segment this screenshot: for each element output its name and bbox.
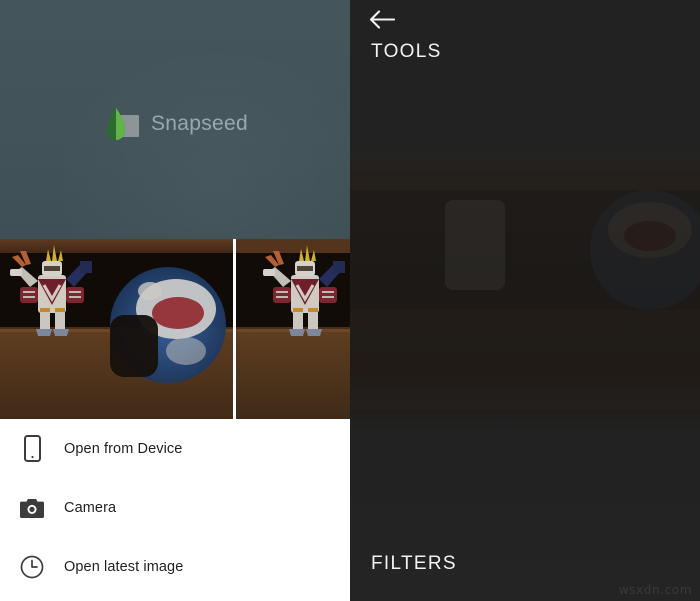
- phone-icon: [18, 434, 46, 464]
- clock-icon: [18, 552, 46, 582]
- source-menu-list: Open from Device Camera Open latest imag…: [0, 419, 350, 601]
- watermark: wsxdn.com: [618, 583, 692, 597]
- menu-item-open-latest-image[interactable]: Open latest image: [0, 537, 350, 596]
- menu-item-label: Camera: [64, 499, 117, 516]
- dark-scrim-overlay: [350, 0, 700, 601]
- tools-panel: TOOLS Tune Image: [350, 0, 700, 601]
- app-title: Snapseed: [151, 112, 248, 135]
- filters-section-title: FILTERS: [371, 553, 457, 574]
- back-arrow-icon: [369, 9, 395, 29]
- photo-thumbnail[interactable]: [0, 239, 233, 419]
- snapseed-leaf-logo-icon: [102, 107, 140, 141]
- camera-icon: [18, 493, 46, 523]
- photo-thumbnail[interactable]: [236, 239, 350, 419]
- menu-item-open-from-device[interactable]: Open from Device: [0, 419, 350, 478]
- menu-item-label: Open from Device: [64, 440, 183, 457]
- app-branding: Snapseed: [0, 104, 350, 144]
- menu-item-camera[interactable]: Camera: [0, 478, 350, 537]
- snapseed-home-panel: Snapseed Open from Device Camera Open la…: [0, 0, 350, 601]
- app-screenshot: Snapseed Open from Device Camera Open la…: [0, 0, 700, 601]
- menu-item-label: Open latest image: [64, 558, 184, 575]
- tools-section-title: TOOLS: [371, 41, 442, 62]
- back-button[interactable]: [369, 0, 411, 38]
- recent-photos-strip: [0, 239, 350, 419]
